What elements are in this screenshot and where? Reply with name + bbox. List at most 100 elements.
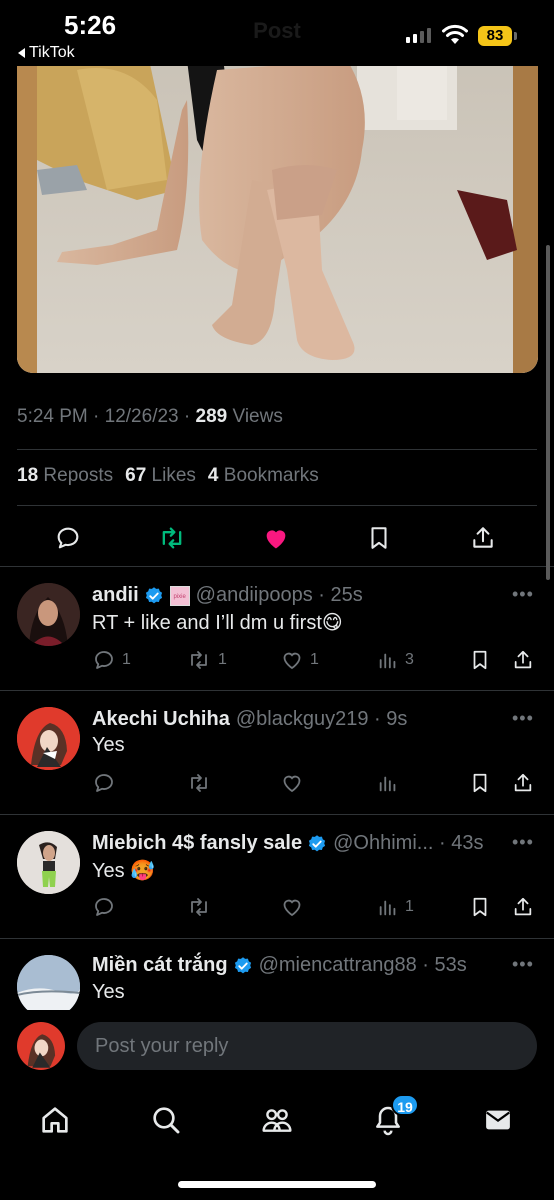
share-button[interactable] <box>463 518 503 558</box>
reply-header: Miền cát trắng @miencattrang88 · 53s <box>92 954 467 977</box>
post-action-bar <box>0 518 554 558</box>
post-media-image[interactable] <box>17 40 538 373</box>
post-timestamp: 5:24 PM · 12/26/23 · 289 Views <box>17 406 283 428</box>
tab-home[interactable] <box>35 1100 75 1140</box>
reply-input[interactable]: Post your reply <box>77 1022 537 1070</box>
post-stats: 18 Reposts 67 Likes 4 Bookmarks <box>17 465 319 487</box>
reply-text: Yes 🥵 <box>92 860 156 882</box>
repost-icon <box>191 774 207 792</box>
back-to-app-button[interactable]: TikTok <box>18 44 75 62</box>
status-time: 5:26 <box>64 10 117 40</box>
home-icon <box>42 1107 68 1133</box>
divider <box>17 505 537 506</box>
reply-icon <box>95 774 113 792</box>
bookmark-icon <box>473 773 487 793</box>
divider <box>17 449 537 450</box>
reply-bookmark-button[interactable] <box>469 770 491 796</box>
reply-header: andii pixie @andiipoops · 25s <box>92 584 363 607</box>
more-icon[interactable]: ••• <box>512 832 534 853</box>
battery-icon: 83 <box>478 26 512 46</box>
emoji: 😋 <box>321 612 343 634</box>
tab-communities[interactable] <box>257 1100 297 1140</box>
reply-reply-button[interactable] <box>92 894 116 920</box>
tab-messages[interactable] <box>478 1100 518 1140</box>
reply-bookmark-button[interactable] <box>469 894 491 920</box>
reply-views-button[interactable]: 1 <box>377 894 414 920</box>
share-icon <box>514 773 532 792</box>
reply-repost-button[interactable]: 1 <box>186 647 227 673</box>
more-icon[interactable]: ••• <box>512 954 534 975</box>
reply-share-button[interactable] <box>512 770 534 796</box>
reply-views-button[interactable] <box>377 770 399 796</box>
reply-item[interactable]: andii pixie @andiipoops · 25s ••• RT + l… <box>0 566 554 690</box>
avatar[interactable] <box>17 1022 65 1070</box>
reply-reply-button[interactable]: 1 <box>92 647 131 673</box>
reply-author-handle: @blackguy219 · 9s <box>235 708 408 730</box>
reply-header: Akechi Uchiha @blackguy219 · 9s <box>92 708 407 731</box>
reply-text: Yes <box>92 734 125 756</box>
reply-bookmark-button[interactable] <box>469 647 491 673</box>
share-icon <box>514 650 532 669</box>
reply-like-button[interactable] <box>280 894 304 920</box>
avatar[interactable] <box>17 583 80 646</box>
reply-like-button[interactable]: 1 <box>280 647 319 673</box>
likes-stat[interactable]: 67 Likes <box>125 465 196 487</box>
bookmarks-stat[interactable]: 4 Bookmarks <box>208 465 319 487</box>
avatar[interactable] <box>17 831 80 894</box>
bookmark-icon <box>473 650 487 670</box>
reply-text: Yes <box>92 981 125 1003</box>
reply-author-name[interactable]: Miebich 4$ fansly sale <box>92 832 302 855</box>
reply-icon <box>95 898 113 916</box>
more-icon[interactable]: ••• <box>512 708 534 729</box>
reply-repost-button[interactable] <box>186 894 212 920</box>
avatar[interactable] <box>17 955 80 1018</box>
reply-composer: Post your reply <box>0 1010 554 1084</box>
reply-reply-button[interactable] <box>92 770 116 796</box>
more-icon[interactable]: ••• <box>512 584 534 605</box>
wifi-icon <box>442 24 468 44</box>
home-indicator <box>178 1181 376 1188</box>
reply-action-bar: 1 <box>92 894 542 920</box>
reply-share-button[interactable] <box>512 894 534 920</box>
messages-icon <box>486 1110 510 1130</box>
reply-item[interactable]: Miebich 4$ fansly sale @Ohhimi... · 43s … <box>0 814 554 938</box>
like-button[interactable] <box>256 518 296 558</box>
reply-item[interactable]: Miền cát trắng @miencattrang88 · 53s •••… <box>0 938 554 1018</box>
reply-action-bar: 1 1 1 3 <box>92 647 542 673</box>
repost-icon <box>162 527 182 549</box>
reply-action-bar <box>92 770 542 796</box>
avatar[interactable] <box>17 707 80 770</box>
search-icon <box>153 1107 180 1134</box>
reply-like-button[interactable] <box>280 770 304 796</box>
views-icon <box>379 653 396 669</box>
signal-icon <box>406 28 431 43</box>
reply-icon <box>57 527 79 549</box>
reply-author-name[interactable]: Akechi Uchiha <box>92 708 230 731</box>
repost-icon <box>191 898 207 916</box>
communities-icon <box>262 1109 292 1132</box>
repost-button[interactable] <box>152 518 192 558</box>
bookmark-icon <box>371 527 387 549</box>
status-bar: Post 5:26 TikTok 83 <box>0 0 554 66</box>
reply-author-name[interactable]: Miền cát trắng <box>92 954 228 977</box>
reply-item[interactable]: Akechi Uchiha @blackguy219 · 9s ••• Yes <box>0 690 554 814</box>
reply-share-button[interactable] <box>512 647 534 673</box>
reply-button[interactable] <box>48 518 88 558</box>
reply-icon <box>95 651 113 669</box>
scrollbar[interactable] <box>546 245 550 580</box>
reply-views-button[interactable]: 3 <box>377 647 414 673</box>
tab-search[interactable] <box>146 1100 186 1140</box>
emoji: 🥵 <box>130 860 156 882</box>
views-icon <box>379 776 396 792</box>
reply-author-handle: @miencattrang88 · 53s <box>258 954 467 976</box>
reposts-stat[interactable]: 18 Reposts <box>17 465 113 487</box>
affiliate-badge: pixie <box>169 585 190 606</box>
bookmark-button[interactable] <box>359 518 399 558</box>
back-app-label: TikTok <box>29 44 75 61</box>
reply-text: RT + like and I’ll dm u first😋 <box>92 612 343 634</box>
like-icon <box>283 899 301 917</box>
like-icon <box>283 775 301 793</box>
reply-author-name[interactable]: andii <box>92 584 139 607</box>
repost-icon <box>191 651 207 669</box>
reply-repost-button[interactable] <box>186 770 212 796</box>
